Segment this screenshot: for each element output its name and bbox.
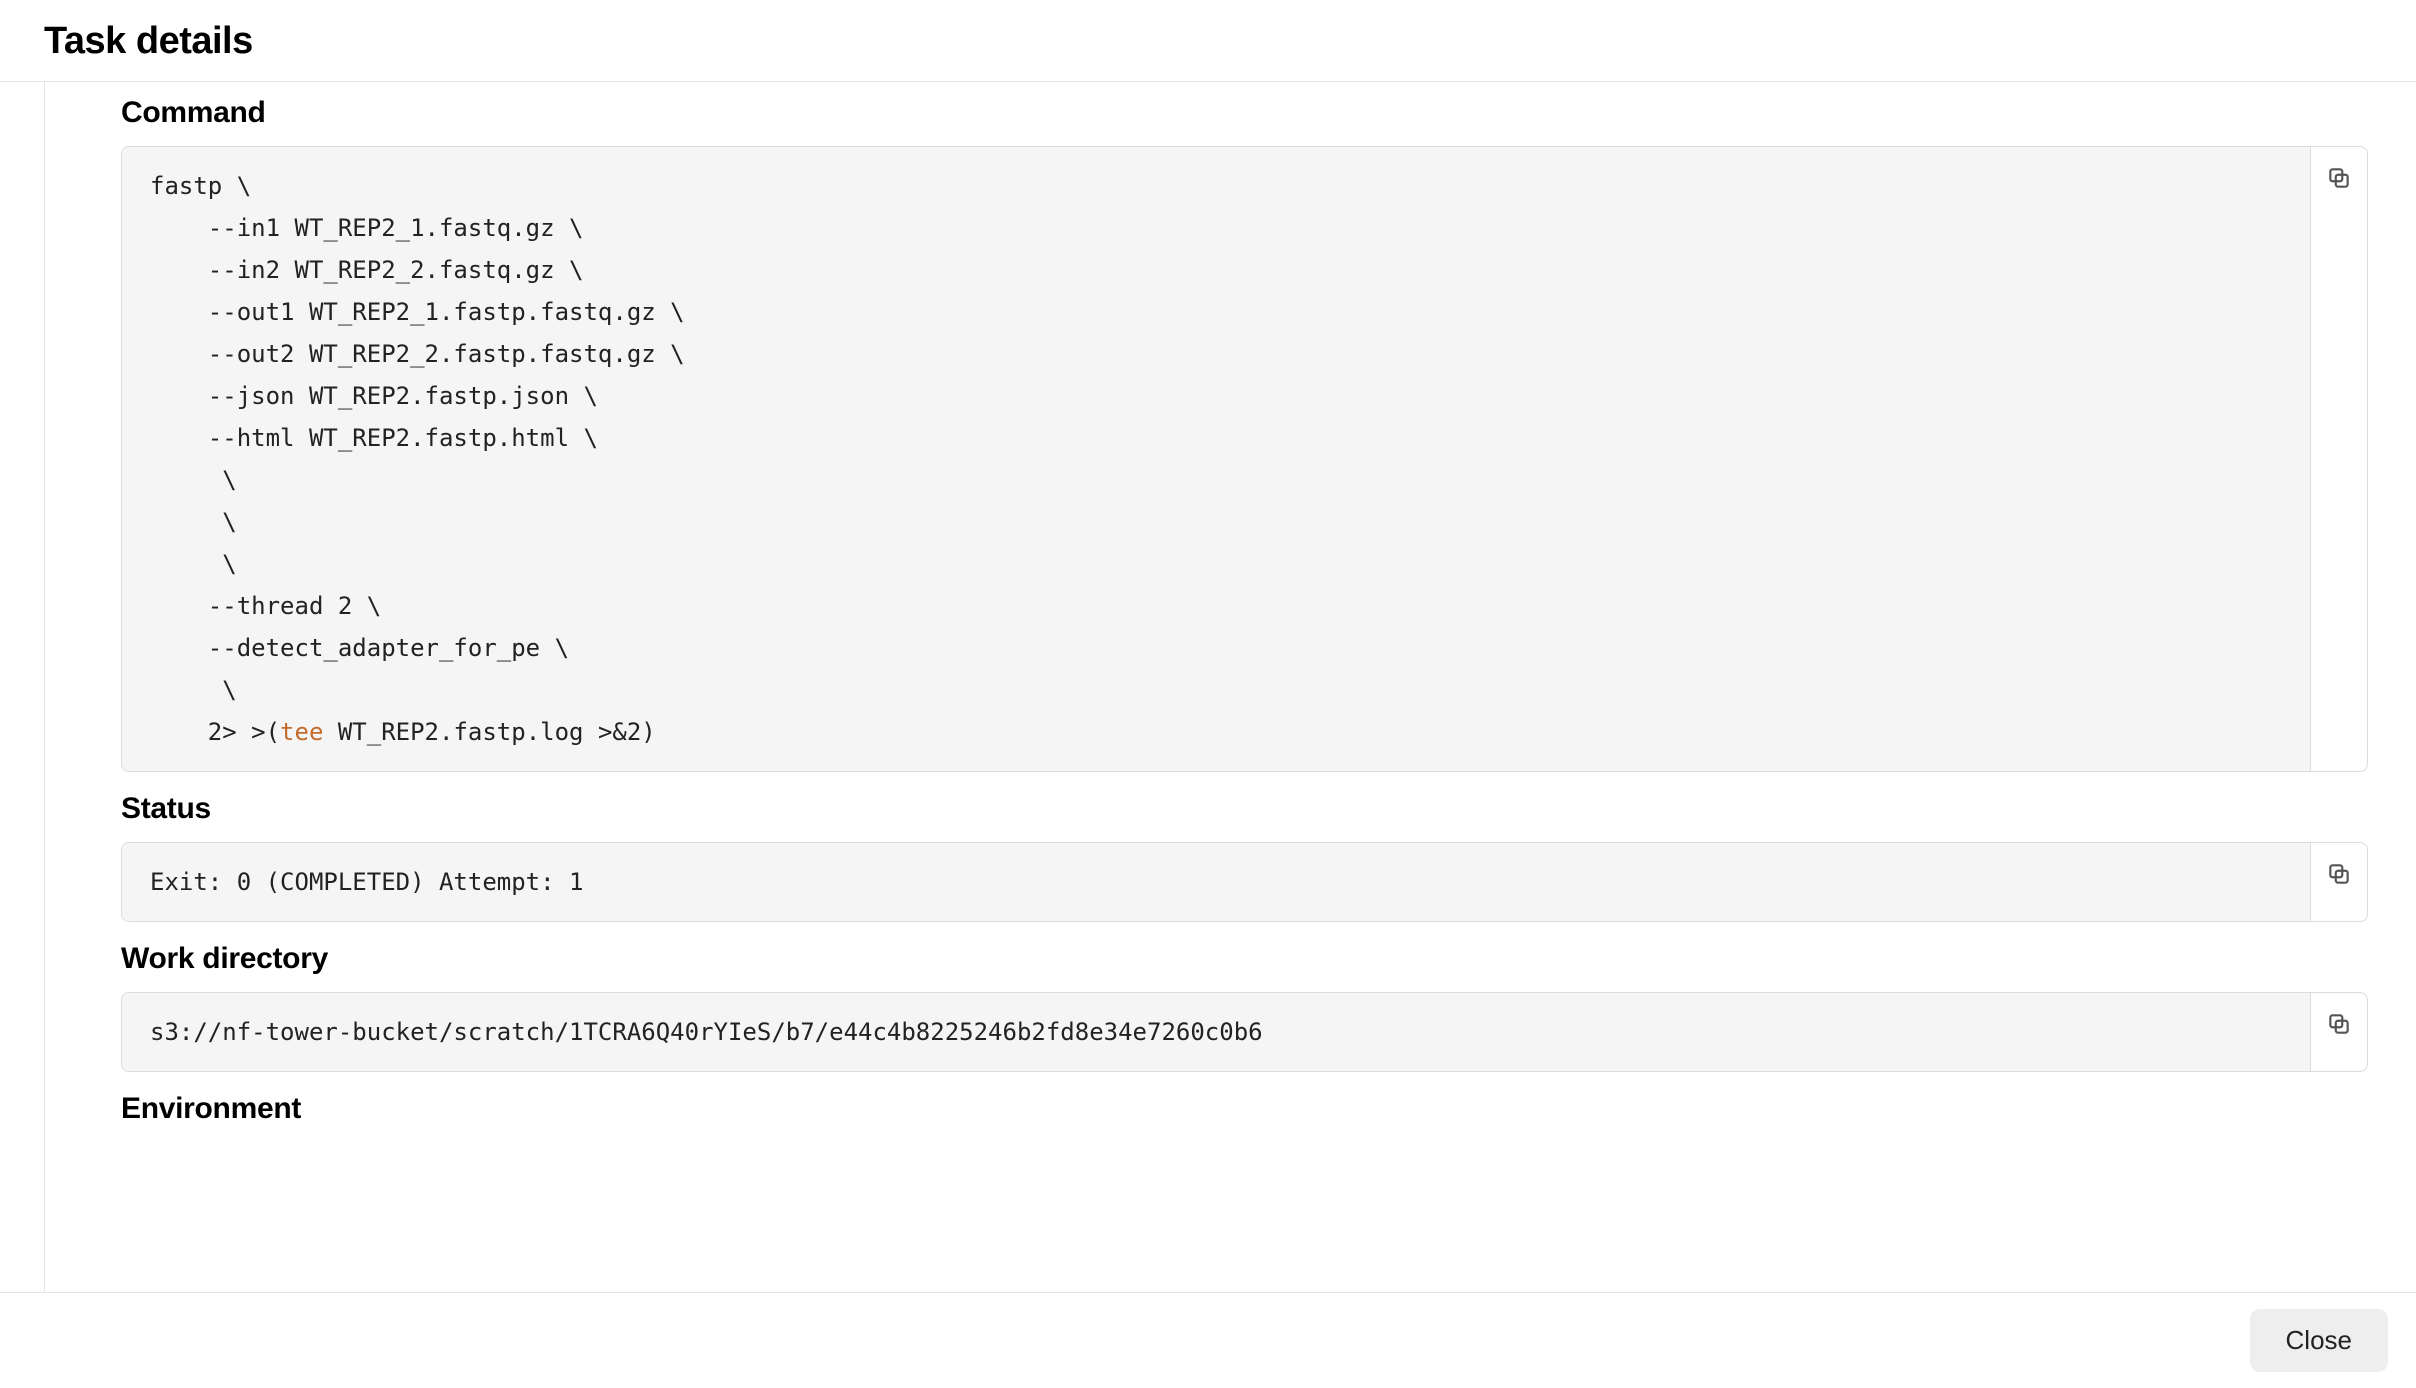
footer: Close xyxy=(0,1292,2416,1388)
page-title: Task details xyxy=(44,20,2372,63)
status-card: Exit: 0 (COMPLETED) Attempt: 1 xyxy=(121,842,2368,922)
section-title-command: Command xyxy=(121,96,2368,130)
copy-icon xyxy=(2326,165,2352,191)
page-header: Task details xyxy=(0,0,2416,82)
section-title-workdir: Work directory xyxy=(121,942,2368,976)
copy-icon xyxy=(2326,1011,2352,1037)
copy-icon xyxy=(2326,861,2352,887)
workdir-value: s3://nf-tower-bucket/scratch/1TCRA6Q40rY… xyxy=(122,993,2310,1071)
content-scroll[interactable]: Command fastp \ --in1 WT_REP2_1.fastq.gz… xyxy=(44,82,2416,1292)
command-card: fastp \ --in1 WT_REP2_1.fastq.gz \ --in2… xyxy=(121,146,2368,772)
close-button[interactable]: Close xyxy=(2250,1309,2388,1372)
section-title-status: Status xyxy=(121,792,2368,826)
command-code: fastp \ --in1 WT_REP2_1.fastq.gz \ --in2… xyxy=(122,147,2310,771)
workdir-card: s3://nf-tower-bucket/scratch/1TCRA6Q40rY… xyxy=(121,992,2368,1072)
copy-workdir-button[interactable] xyxy=(2326,1011,2352,1037)
copy-command-button[interactable] xyxy=(2326,165,2352,191)
status-value: Exit: 0 (COMPLETED) Attempt: 1 xyxy=(122,843,2310,921)
copy-status-button[interactable] xyxy=(2326,861,2352,887)
section-title-environment: Environment xyxy=(121,1092,2368,1126)
